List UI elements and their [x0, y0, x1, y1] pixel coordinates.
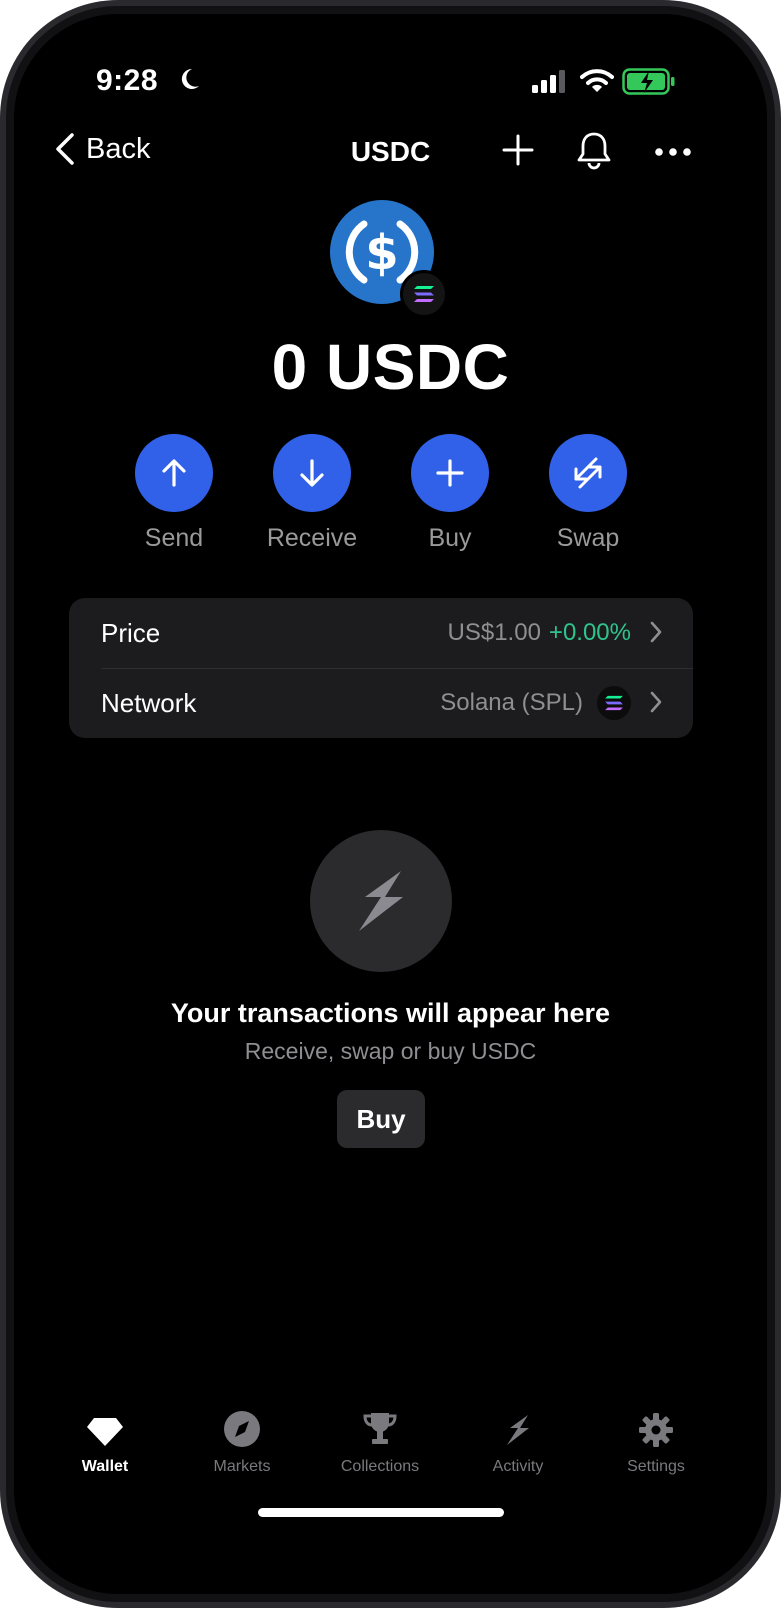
page-title: USDC — [350, 136, 431, 167]
lightning-icon — [359, 871, 403, 931]
swap-circle — [549, 434, 627, 512]
tab-label: Settings — [627, 1458, 685, 1475]
action-buttons: Send Receive Buy Swap — [14, 434, 767, 564]
arrow-down-icon — [300, 459, 324, 487]
price-value-group: US$1.00 +0.00% — [448, 619, 631, 647]
swap-button[interactable]: Swap — [528, 434, 648, 553]
status-time: 9:28 — [96, 64, 159, 97]
tab-markets[interactable]: Markets — [177, 1406, 307, 1476]
plus-icon — [436, 459, 464, 487]
ellipsis-icon — [655, 148, 691, 156]
tab-label: Collections — [340, 1458, 420, 1475]
network-value: Solana (SPL) — [440, 689, 583, 716]
back-button[interactable]: Back — [54, 132, 150, 166]
gear-icon — [639, 1413, 673, 1447]
price-label: Price — [101, 617, 161, 648]
cellular-signal-icon — [532, 70, 568, 99]
empty-state-title: Your transactions will appear here — [170, 998, 611, 1028]
notifications-button[interactable] — [576, 130, 612, 175]
chevron-right-icon — [650, 691, 662, 713]
home-indicator[interactable] — [258, 1508, 504, 1517]
receive-label: Receive — [266, 524, 358, 552]
send-button[interactable]: Send — [114, 434, 234, 553]
tab-bar: Wallet Markets Collections Activity Sett… — [14, 1406, 767, 1486]
screen: 9:28 Back USDC $ 0 USDC Send Receive Buy… — [14, 14, 767, 1594]
send-circle — [135, 434, 213, 512]
tab-label: Wallet — [81, 1458, 129, 1475]
wifi-icon — [580, 68, 614, 99]
more-options-button[interactable] — [654, 144, 692, 162]
swap-icon — [574, 457, 602, 489]
price-change: +0.00% — [548, 619, 631, 646]
tab-wallet[interactable]: Wallet — [40, 1406, 170, 1476]
send-label: Send — [144, 524, 204, 552]
price-value: US$1.00 — [447, 619, 541, 646]
compass-icon — [224, 1411, 260, 1447]
solana-badge-icon — [400, 270, 448, 318]
diamond-icon — [87, 1418, 123, 1446]
tab-label: Markets — [213, 1458, 271, 1475]
buy-circle — [411, 434, 489, 512]
tab-label: Activity — [492, 1458, 544, 1475]
tab-activity[interactable]: Activity — [453, 1406, 583, 1476]
buy-button[interactable]: Buy — [337, 1090, 425, 1148]
receive-button[interactable]: Receive — [252, 434, 372, 553]
add-button[interactable] — [502, 134, 534, 171]
empty-state-subtitle: Receive, swap or buy USDC — [244, 1038, 537, 1064]
trophy-icon — [363, 1413, 397, 1444]
bell-icon — [577, 132, 611, 170]
battery-charging-icon — [622, 68, 676, 101]
buy-label: Buy — [428, 524, 472, 552]
chevron-right-icon — [650, 621, 662, 643]
moon-icon — [176, 66, 202, 97]
swap-label: Swap — [556, 524, 620, 552]
empty-activity-icon — [310, 830, 452, 972]
token-details-card: Price US$1.00 +0.00% Network Solana (SPL… — [69, 598, 693, 738]
buy-action-button[interactable]: Buy — [390, 434, 510, 553]
back-label: Back — [86, 132, 151, 165]
arrow-up-icon — [162, 459, 186, 487]
network-label: Network — [101, 687, 197, 718]
chevron-left-icon — [56, 133, 74, 165]
solana-icon — [597, 686, 631, 720]
svg-text:$: $ — [365, 225, 398, 281]
tab-collections[interactable]: Collections — [315, 1406, 445, 1476]
plus-icon — [502, 134, 534, 166]
network-value-group: Solana (SPL) — [440, 686, 631, 720]
receive-circle — [273, 434, 351, 512]
token-balance: 0 USDC — [271, 331, 510, 403]
tab-settings[interactable]: Settings — [591, 1406, 721, 1476]
lightning-icon — [507, 1415, 529, 1445]
price-row[interactable]: Price US$1.00 +0.00% — [69, 598, 693, 668]
network-row[interactable]: Network Solana (SPL) — [69, 668, 693, 738]
